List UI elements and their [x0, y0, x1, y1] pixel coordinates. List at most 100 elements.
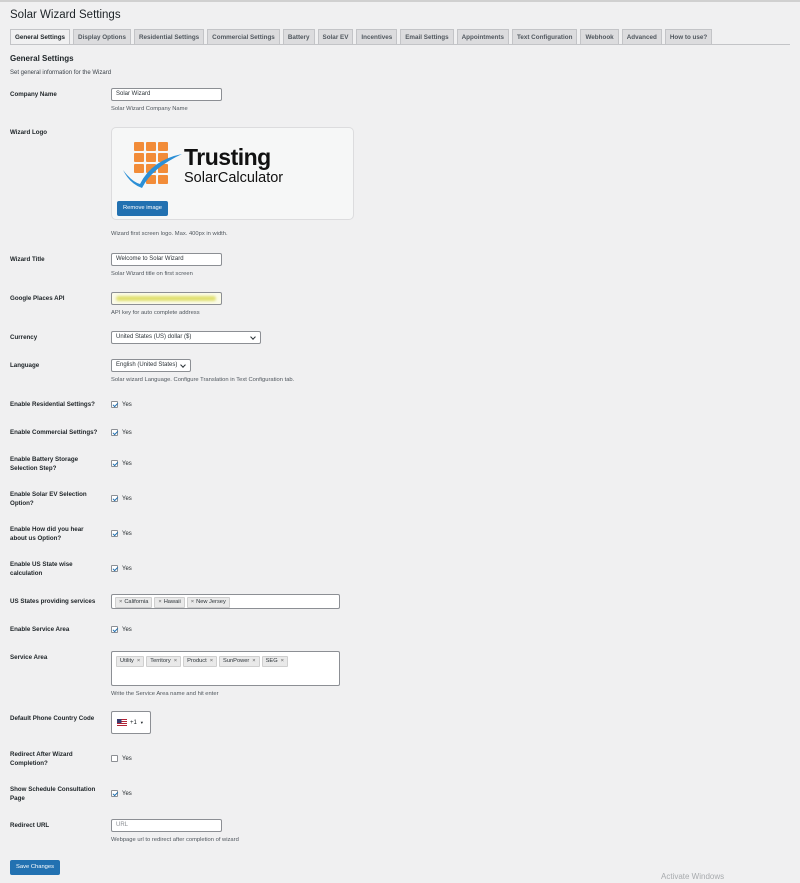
- schedule-label-line2: Page: [10, 794, 25, 802]
- hear-about-label-line1: Enable How did you hear: [10, 526, 84, 533]
- language-description: Solar wizard Language. Configure Transla…: [111, 377, 295, 383]
- redacted-api-key: [116, 296, 216, 301]
- remove-tag-icon[interactable]: ×: [191, 599, 194, 605]
- tab-email-settings[interactable]: Email Settings: [400, 29, 454, 44]
- phone-code-label: Default Phone Country Code: [10, 715, 95, 722]
- service-area-tag-input[interactable]: Utility × Territory × Product × SunPower × SEG ×: [111, 651, 340, 686]
- commercial-yes-label: Yes: [122, 429, 132, 436]
- redirect-after-checkbox[interactable]: [111, 755, 118, 762]
- company-name-label: Company Name: [10, 91, 57, 98]
- schedule-label-line1: Show Schedule Consultation: [10, 786, 96, 793]
- schedule-label: Show Schedule Consultation Page: [10, 786, 105, 803]
- state-wise-label-line1: Enable US State wise: [10, 561, 73, 568]
- service-area-checkbox[interactable]: [111, 626, 118, 633]
- tab-residential-settings[interactable]: Residential Settings: [133, 29, 205, 44]
- top-border: [0, 0, 800, 2]
- redirect-after-label-line1: Redirect After Wizard: [10, 751, 73, 758]
- wizard-title-input[interactable]: Welcome to Solar Wizard: [111, 253, 222, 266]
- service-area-tag: SEG ×: [261, 656, 288, 667]
- redirect-after-label-line2: Completion?: [10, 759, 48, 767]
- settings-tabs: General Settings Display Options Residen…: [10, 29, 713, 45]
- tab-divider: [10, 44, 790, 45]
- state-wise-label: Enable US State wise calculation: [10, 561, 105, 578]
- service-area-tag: Utility ×: [116, 656, 145, 667]
- us-flag-icon: [117, 719, 127, 726]
- commercial-checkbox[interactable]: [111, 429, 118, 436]
- remove-tag-icon[interactable]: ×: [137, 658, 140, 664]
- battery-label: Enable Battery Storage Selection Step?: [10, 456, 105, 473]
- company-name-description: Solar Wizard Company Name: [111, 106, 188, 112]
- logo-brand-line2: SolarCalculator: [184, 170, 284, 186]
- service-area-description: Write the Service Area name and hit ente…: [111, 691, 219, 697]
- service-area-tag: Territory ×: [146, 656, 182, 667]
- tab-how-to-use[interactable]: How to use?: [664, 29, 713, 44]
- hear-about-label: Enable How did you hear about us Option?: [10, 526, 105, 543]
- language-select[interactable]: English (United States): [111, 359, 191, 372]
- google-places-description: API key for auto complete address: [111, 310, 200, 316]
- state-tag: × Hawaii: [154, 597, 185, 608]
- tab-display-options[interactable]: Display Options: [73, 29, 131, 44]
- wizard-title-description: Solar Wizard title on first screen: [111, 271, 193, 277]
- tab-incentives[interactable]: Incentives: [356, 29, 398, 44]
- solar-ev-yes-label: Yes: [122, 495, 132, 502]
- solar-ev-label: Enable Solar EV Selection Option?: [10, 491, 105, 508]
- us-states-label: US States providing services: [10, 598, 96, 605]
- tab-battery[interactable]: Battery: [282, 29, 315, 44]
- battery-checkbox[interactable]: [111, 460, 118, 467]
- redirect-url-label: Redirect URL: [10, 822, 50, 829]
- tab-general-settings[interactable]: General Settings: [10, 29, 71, 45]
- remove-tag-icon[interactable]: ×: [174, 658, 177, 664]
- tab-advanced[interactable]: Advanced: [621, 29, 662, 44]
- redirect-after-label: Redirect After Wizard Completion?: [10, 751, 105, 768]
- activate-windows-watermark: Activate Windows: [661, 872, 725, 881]
- wizard-logo-description: Wizard first screen logo. Max. 400px in …: [111, 231, 228, 237]
- hear-about-checkbox[interactable]: [111, 530, 118, 537]
- google-places-input[interactable]: [111, 292, 222, 305]
- hear-about-label-line2: about us Option?: [10, 534, 62, 542]
- tab-text-configuration[interactable]: Text Configuration: [511, 29, 578, 44]
- currency-select[interactable]: United States (US) dollar ($): [111, 331, 261, 344]
- wizard-logo-label: Wizard Logo: [10, 129, 48, 136]
- page-title: Solar Wizard Settings: [10, 9, 121, 21]
- service-area-yes-label: Yes: [122, 626, 132, 633]
- currency-label: Currency: [10, 334, 38, 341]
- phone-code-selector[interactable]: +1 ▼: [111, 711, 151, 734]
- solar-ev-checkbox[interactable]: [111, 495, 118, 502]
- redirect-url-description: Webpage url to redirect after completion…: [111, 837, 239, 843]
- schedule-checkbox[interactable]: [111, 790, 118, 797]
- redirect-url-input[interactable]: URL: [111, 819, 222, 832]
- state-tag: × California: [115, 597, 153, 608]
- schedule-yes-label: Yes: [122, 790, 132, 797]
- wizard-title-label: Wizard Title: [10, 256, 45, 263]
- service-area-label: Service Area: [10, 654, 48, 661]
- remove-tag-icon[interactable]: ×: [210, 658, 213, 664]
- residential-yes-label: Yes: [122, 401, 132, 408]
- tab-appointments[interactable]: Appointments: [456, 29, 509, 44]
- save-changes-button[interactable]: Save Changes: [10, 860, 61, 875]
- redirect-after-yes-label: Yes: [122, 755, 132, 762]
- solar-ev-label-line1: Enable Solar EV Selection: [10, 491, 87, 498]
- remove-tag-icon[interactable]: ×: [281, 658, 284, 664]
- tab-solar-ev[interactable]: Solar EV: [317, 29, 354, 44]
- company-name-input[interactable]: Solar Wizard: [111, 88, 222, 101]
- state-wise-yes-label: Yes: [122, 565, 132, 572]
- remove-tag-icon[interactable]: ×: [252, 658, 255, 664]
- tab-webhook[interactable]: Webhook: [580, 29, 619, 44]
- tab-commercial-settings[interactable]: Commercial Settings: [207, 29, 280, 44]
- residential-checkbox[interactable]: [111, 401, 118, 408]
- us-states-multiselect[interactable]: × California × Hawaii × New Jersey: [111, 594, 340, 609]
- service-area-enable-label: Enable Service Area: [10, 626, 70, 633]
- state-wise-checkbox[interactable]: [111, 565, 118, 572]
- logo-preview: Trusting SolarCalculator Remove image: [111, 127, 354, 220]
- remove-image-button[interactable]: Remove image: [117, 201, 168, 216]
- hear-about-yes-label: Yes: [122, 530, 132, 537]
- phone-code-value: +1: [130, 719, 137, 726]
- language-label: Language: [10, 362, 40, 369]
- commercial-label: Enable Commercial Settings?: [10, 429, 98, 436]
- chevron-down-icon: ▼: [139, 720, 144, 725]
- section-description: Set general information for the Wizard: [10, 70, 112, 76]
- remove-tag-icon[interactable]: ×: [119, 599, 122, 605]
- remove-tag-icon[interactable]: ×: [158, 599, 161, 605]
- section-title: General Settings: [10, 54, 74, 63]
- residential-label: Enable Residential Settings?: [10, 401, 95, 408]
